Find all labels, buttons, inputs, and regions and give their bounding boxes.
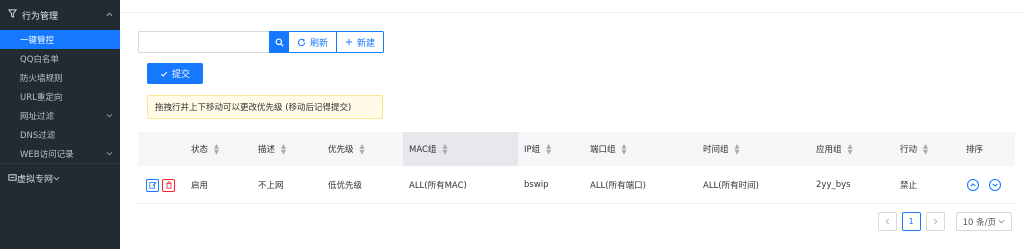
sidebar-group-vpn[interactable]: 虚拟专网 bbox=[0, 163, 120, 193]
column-header-status[interactable]: 状态 ▲ ▼ bbox=[191, 132, 219, 166]
search-button[interactable] bbox=[269, 31, 289, 53]
header-label: 应用组 bbox=[816, 145, 842, 155]
pagination: 1 10 条/页 bbox=[877, 212, 1012, 231]
column-header-mac[interactable]: MAC组 ▲ ▼ bbox=[403, 132, 518, 166]
sort-icon: ▲ ▼ bbox=[923, 142, 929, 156]
main-content: 刷新 新建 提交 拖拽行并上下移动可以更改优先级 (移动后记得提交) 状态 ▲ ▼… bbox=[120, 0, 1022, 249]
sidebar-item-url-redirect[interactable]: URL重定向 bbox=[0, 87, 120, 106]
column-header-desc[interactable]: 描述 ▲ ▼ bbox=[258, 132, 286, 166]
sidebar-group-behavior[interactable]: 行为管理 bbox=[0, 0, 120, 30]
filter-icon bbox=[7, 9, 22, 21]
sort-icon: ▲ ▼ bbox=[546, 142, 552, 156]
table-row[interactable]: 启用 不上网 低优先级 ALL(所有MAC) bswip ALL(所有端口) A… bbox=[138, 166, 1015, 204]
page-button-current[interactable]: 1 bbox=[901, 212, 921, 231]
sidebar-group-label: 行为管理 bbox=[22, 11, 59, 22]
cell-time: ALL(所有时间) bbox=[703, 181, 759, 191]
sidebar: 行为管理 一键管控 QQ白名单 防火墙规则 URL重定向 网址过滤 DNS过滤 … bbox=[0, 0, 120, 249]
column-header-port[interactable]: 端口组 ▲ ▼ bbox=[590, 132, 627, 166]
notice-text: 拖拽行并上下移动可以更改优先级 (移动后记得提交) bbox=[155, 103, 352, 113]
cell-order bbox=[967, 166, 1011, 204]
next-page-button[interactable] bbox=[925, 212, 945, 231]
header-label: 端口组 bbox=[590, 145, 616, 155]
sidebar-item-dns-filter[interactable]: DNS过滤 bbox=[0, 125, 120, 144]
refresh-button[interactable]: 刷新 bbox=[289, 31, 338, 53]
submit-label: 提交 bbox=[171, 70, 190, 80]
chevron-right-icon bbox=[933, 218, 938, 225]
search-icon bbox=[274, 37, 284, 47]
rules-table: 状态 ▲ ▼ 描述 ▲ ▼ 优先级 ▲ ▼ MAC组 ▲ ▼ IP组 ▲ ▼ 端口组 ▲ ▼ bbox=[138, 132, 1015, 204]
delete-icon[interactable] bbox=[162, 178, 175, 192]
sidebar-item-label: 一键管控 bbox=[20, 35, 55, 46]
row-actions bbox=[146, 166, 178, 204]
header-divider bbox=[120, 12, 1022, 13]
sidebar-item-label: URL重定向 bbox=[20, 92, 63, 103]
prev-page-button[interactable] bbox=[877, 212, 897, 231]
sidebar-item-url-filter[interactable]: 网址过滤 bbox=[0, 106, 120, 125]
header-label: IP组 bbox=[524, 145, 541, 155]
header-label: 行动 bbox=[900, 145, 918, 155]
cell-app: 2yy_bys bbox=[816, 180, 851, 190]
chevron-down-icon bbox=[998, 219, 1005, 224]
check-icon bbox=[160, 71, 168, 77]
page-size-label: 10 条/页 bbox=[962, 217, 996, 228]
sidebar-group-label: 虚拟专网 bbox=[17, 175, 54, 185]
drag-hint-notice: 拖拽行并上下移动可以更改优先级 (移动后记得提交) bbox=[147, 95, 383, 119]
sidebar-item-label: 防火墙规则 bbox=[20, 73, 63, 84]
column-header-time[interactable]: 时间组 ▲ ▼ bbox=[703, 132, 740, 166]
sort-icon: ▲ ▼ bbox=[214, 142, 220, 156]
sidebar-item-quick-control[interactable]: 一键管控 bbox=[0, 30, 120, 49]
submit-button[interactable]: 提交 bbox=[147, 63, 203, 84]
sidebar-item-label: QQ白名单 bbox=[20, 54, 59, 65]
edit-icon[interactable] bbox=[146, 178, 159, 192]
chevron-left-icon bbox=[885, 218, 889, 225]
column-header-order: 排序 bbox=[966, 132, 983, 166]
refresh-icon bbox=[297, 38, 306, 46]
new-button[interactable]: 新建 bbox=[337, 31, 385, 53]
chevron-down-icon bbox=[98, 112, 120, 120]
chevron-down-icon bbox=[53, 174, 60, 184]
vpn-icon bbox=[8, 173, 17, 185]
chevron-up-icon bbox=[98, 11, 120, 19]
header-label: 状态 bbox=[191, 145, 209, 155]
cell-mac: ALL(所有MAC) bbox=[409, 181, 467, 191]
cell-action: 禁止 bbox=[900, 181, 918, 191]
header-label: 时间组 bbox=[703, 145, 729, 155]
column-header-app[interactable]: 应用组 ▲ ▼ bbox=[816, 132, 853, 166]
cell-status: 启用 bbox=[191, 181, 209, 191]
cell-ip: bswip bbox=[524, 180, 549, 190]
header-label: 排序 bbox=[966, 145, 984, 155]
sidebar-item-web-access-log[interactable]: WEB访问记录 bbox=[0, 144, 120, 163]
cell-priority: 低优先级 bbox=[328, 181, 363, 191]
sidebar-item-label: DNS过滤 bbox=[20, 130, 56, 141]
sort-icon: ▲ ▼ bbox=[359, 142, 365, 156]
sort-icon: ▲ ▼ bbox=[847, 142, 853, 156]
move-up-icon[interactable] bbox=[967, 179, 979, 191]
column-header-priority[interactable]: 优先级 ▲ ▼ bbox=[328, 132, 365, 166]
refresh-label: 刷新 bbox=[310, 38, 329, 49]
header-label: 描述 bbox=[258, 145, 276, 155]
sidebar-item-label: WEB访问记录 bbox=[20, 149, 74, 160]
header-label: MAC组 bbox=[409, 145, 437, 155]
toolbar: 刷新 新建 bbox=[138, 31, 385, 53]
sort-icon: ▲ ▼ bbox=[734, 142, 740, 156]
sidebar-item-qq-whitelist[interactable]: QQ白名单 bbox=[0, 49, 120, 68]
chevron-down-icon bbox=[98, 150, 120, 158]
column-header-action[interactable]: 行动 ▲ ▼ bbox=[900, 132, 928, 166]
sidebar-item-firewall-rules[interactable]: 防火墙规则 bbox=[0, 68, 120, 87]
cell-desc: 不上网 bbox=[258, 181, 284, 191]
sort-icon: ▲ ▼ bbox=[621, 142, 627, 156]
sort-icon: ▲ ▼ bbox=[281, 142, 287, 156]
plus-icon bbox=[345, 38, 353, 46]
table-header: 状态 ▲ ▼ 描述 ▲ ▼ 优先级 ▲ ▼ MAC组 ▲ ▼ IP组 ▲ ▼ 端口组 ▲ ▼ bbox=[138, 132, 1015, 166]
page-size-select[interactable]: 10 条/页 bbox=[955, 212, 1012, 231]
cell-port: ALL(所有端口) bbox=[590, 181, 646, 191]
header-label: 优先级 bbox=[328, 145, 354, 155]
move-down-icon[interactable] bbox=[989, 179, 1001, 191]
column-header-ip[interactable]: IP组 ▲ ▼ bbox=[524, 132, 551, 166]
search-input[interactable] bbox=[138, 31, 269, 53]
new-label: 新建 bbox=[357, 38, 376, 49]
sidebar-item-label: 网址过滤 bbox=[20, 111, 55, 122]
sort-icon: ▲ ▼ bbox=[442, 142, 448, 156]
